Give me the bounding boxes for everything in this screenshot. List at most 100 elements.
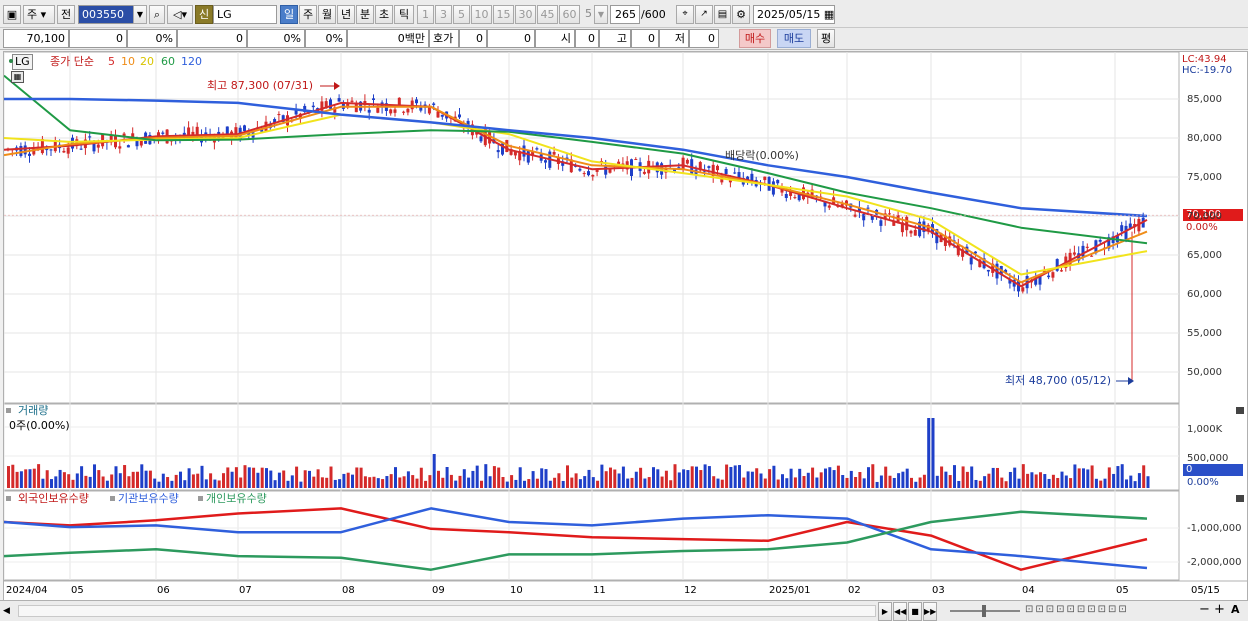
volume-bar	[931, 418, 935, 488]
rewind-icon[interactable]: ◀◀	[893, 602, 907, 621]
volume-bar	[462, 469, 466, 488]
ticker-label: LG	[12, 54, 33, 70]
drawing-tools-icon[interactable]: ⊡⊡⊡⊡⊡⊡⊡⊡⊡⊡	[1025, 604, 1195, 618]
candle-body	[118, 146, 122, 149]
chart-scrollbar[interactable]: ◀ ▶ ◀◀ ■ ▶▶ ⊡⊡⊡⊡⊡⊡⊡⊡⊡⊡ − + A	[0, 600, 1248, 621]
holdings-close-icon[interactable]	[1236, 495, 1244, 502]
holdings-panel-handle-icon[interactable]	[6, 496, 11, 501]
candle-body	[410, 100, 414, 110]
candle-body	[1051, 272, 1055, 278]
volume-bar	[445, 466, 449, 488]
window-menu-icon[interactable]: ▣	[3, 5, 21, 24]
volume-bar	[123, 465, 127, 488]
candle-body	[79, 148, 83, 150]
ma20-legend: 20	[140, 55, 154, 68]
volume-bar	[424, 480, 428, 488]
sell-button[interactable]: 매도	[777, 29, 811, 48]
interval-1-button[interactable]: 1	[417, 5, 434, 24]
volume-bar	[781, 474, 784, 488]
mode-select[interactable]: 주 ▾	[23, 5, 55, 24]
ma5-legend: 5	[108, 55, 115, 68]
volume-bar	[871, 464, 875, 488]
crosshair-icon[interactable]: ⌖	[676, 5, 694, 24]
period-year-button[interactable]: 년	[337, 5, 355, 24]
period-day-button[interactable]: 일	[280, 5, 298, 24]
interval-30-button[interactable]: 30	[515, 5, 536, 24]
auto-scale-icon[interactable]: A	[1231, 603, 1240, 616]
table-icon[interactable]: ▦	[11, 71, 24, 83]
date-input[interactable]: 2025/05/15 ▦	[753, 5, 835, 24]
ma-legend-prefix: 종가 단순	[50, 55, 94, 68]
interval-dropdown-icon[interactable]: ▼	[594, 5, 608, 24]
period-minute-button[interactable]: 분	[356, 5, 374, 24]
candle-body	[458, 114, 461, 118]
period-month-button[interactable]: 월	[318, 5, 336, 24]
buy-button[interactable]: 매수	[739, 29, 771, 48]
count-input[interactable]: 265	[610, 5, 640, 24]
trend-tool-icon[interactable]: ↗	[695, 5, 713, 24]
volume-panel-handle-icon[interactable]	[6, 408, 11, 413]
zoom-slider-handle[interactable]	[982, 605, 986, 617]
candle-body	[311, 105, 315, 108]
interval-10-button[interactable]: 10	[471, 5, 492, 24]
volume-bar	[733, 465, 737, 488]
save-icon[interactable]: ▤	[714, 5, 731, 24]
zoom-out-icon[interactable]: −	[1199, 602, 1210, 617]
candle-body	[827, 205, 831, 208]
scroll-right-icon[interactable]: ▶	[878, 602, 892, 621]
quote-volume: 0	[177, 29, 247, 48]
prev-button[interactable]: 전	[57, 5, 75, 24]
candle-body	[1120, 225, 1124, 232]
scroll-track[interactable]	[18, 605, 876, 617]
candle-body	[793, 197, 797, 199]
volume-bar	[234, 467, 238, 488]
candle-body	[685, 159, 689, 164]
calendar-icon[interactable]: ▦	[824, 8, 834, 21]
period-tick-button[interactable]: 틱	[394, 5, 414, 24]
fast-forward-icon[interactable]: ▶▶	[923, 602, 937, 621]
dividend-annotation: 배당락(0.00%)	[725, 149, 799, 162]
volume-bar	[1129, 475, 1133, 488]
sound-icon[interactable]: ◁▾	[167, 5, 193, 24]
stop-icon[interactable]: ■	[908, 602, 922, 621]
volume-close-icon[interactable]	[1236, 407, 1244, 414]
search-icon[interactable]: ⌕	[149, 5, 165, 24]
stock-code-input[interactable]: 003550	[78, 5, 136, 24]
avg-button[interactable]: 평	[817, 29, 835, 48]
candle-body	[243, 125, 246, 131]
volume-bar	[1099, 480, 1103, 488]
scroll-left-icon[interactable]: ◀	[3, 604, 15, 618]
period-second-button[interactable]: 초	[375, 5, 393, 24]
code-dropdown-icon[interactable]: ▼	[133, 5, 147, 24]
volume-bar	[819, 472, 823, 488]
volume-bar	[1056, 477, 1060, 488]
volume-bar	[308, 470, 311, 488]
volume-bar	[209, 473, 213, 488]
stock-name-field[interactable]: LG	[213, 5, 277, 24]
interval-60-button[interactable]: 60	[559, 5, 580, 24]
volume-bar	[346, 472, 350, 488]
volume-bar	[523, 480, 526, 488]
volume-bar	[299, 481, 303, 488]
chart-area[interactable]: LG ▦ 종가 단순 5 10 20 60 120 LC:43.94 HC:-1…	[3, 51, 1248, 602]
interval-5-button[interactable]: 5	[453, 5, 470, 24]
interval-15-button[interactable]: 15	[493, 5, 514, 24]
high-annotation: 최고 87,300 (07/31)	[207, 79, 314, 92]
interval-3-button[interactable]: 3	[435, 5, 452, 24]
zoom-in-icon[interactable]: +	[1214, 602, 1225, 617]
volume-bar	[24, 469, 28, 488]
volume-bar	[273, 480, 277, 488]
vol-tick-1000k: 1,000K	[1187, 424, 1223, 435]
candle-body	[526, 150, 530, 163]
interval-45-button[interactable]: 45	[537, 5, 558, 24]
x-label-2024-04: 2024/04	[6, 585, 48, 596]
gear-icon[interactable]: ⚙	[732, 5, 750, 24]
volume-bar	[527, 479, 531, 488]
volume-bar	[750, 471, 754, 488]
volume-bar	[174, 474, 178, 488]
volume-bar	[252, 467, 256, 488]
volume-bar	[1060, 471, 1064, 488]
y-tick-55000: 55,000	[1187, 328, 1222, 339]
period-week-button[interactable]: 주	[299, 5, 317, 24]
volume-bar	[677, 472, 681, 488]
